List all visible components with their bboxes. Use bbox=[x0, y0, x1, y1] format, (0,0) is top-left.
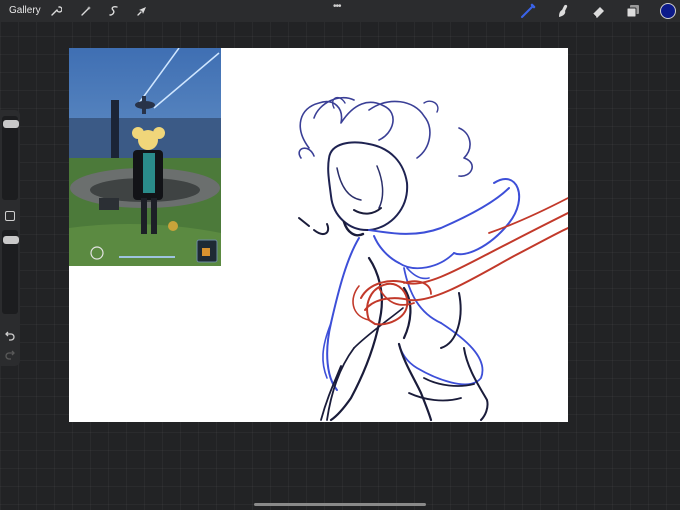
gallery-button[interactable]: Gallery bbox=[9, 5, 41, 16]
layers-icon[interactable] bbox=[625, 3, 641, 19]
opacity-thumb[interactable] bbox=[3, 236, 19, 244]
opacity-slider[interactable] bbox=[2, 230, 19, 314]
transform-icon[interactable] bbox=[134, 3, 150, 19]
eraser-icon[interactable] bbox=[590, 3, 606, 19]
sketch-layer bbox=[298, 96, 568, 422]
home-indicator bbox=[254, 503, 426, 506]
brush-size-slider[interactable] bbox=[2, 116, 19, 200]
left-sidebar bbox=[0, 110, 20, 366]
top-toolbar: Gallery ••• bbox=[0, 0, 680, 22]
actions-menu-button[interactable]: ••• bbox=[333, 1, 341, 12]
undo-icon[interactable] bbox=[4, 328, 16, 341]
selection-icon[interactable] bbox=[106, 3, 122, 19]
smudge-icon[interactable] bbox=[555, 3, 571, 19]
square-modify-icon[interactable] bbox=[5, 211, 15, 221]
redo-icon[interactable] bbox=[4, 347, 16, 360]
brush-size-thumb[interactable] bbox=[3, 120, 19, 128]
wrench-icon[interactable] bbox=[48, 3, 64, 19]
drawing-canvas[interactable] bbox=[69, 48, 568, 422]
magic-wand-icon[interactable] bbox=[78, 3, 94, 19]
color-picker-swatch[interactable] bbox=[660, 3, 676, 19]
brush-icon[interactable] bbox=[520, 3, 536, 19]
